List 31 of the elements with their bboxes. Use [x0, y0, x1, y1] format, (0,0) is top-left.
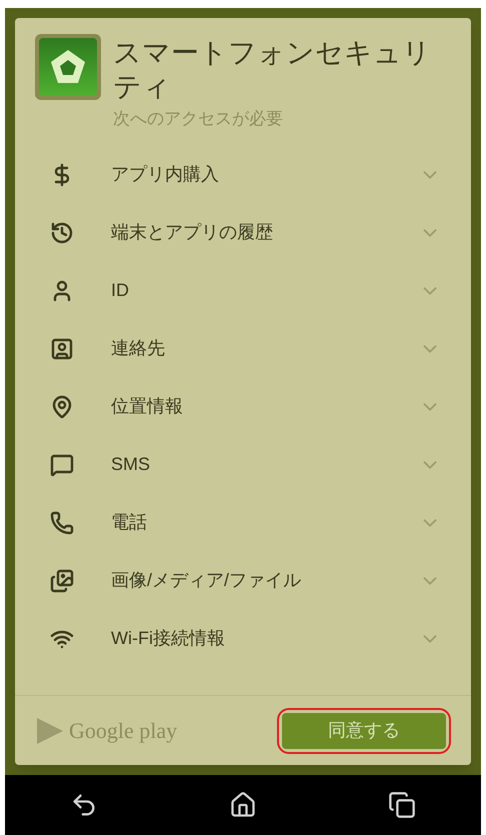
permission-label: SMS	[111, 453, 152, 476]
permission-row[interactable]: 位置情報	[15, 378, 471, 436]
permission-row[interactable]: SMS	[15, 436, 471, 494]
permission-label: 連絡先	[111, 337, 166, 360]
brand-text: Google play	[69, 717, 178, 745]
app-title: スマートフォンセキュリティ	[113, 36, 432, 104]
home-icon[interactable]	[228, 791, 257, 819]
permission-label: 位置情報	[111, 395, 184, 418]
access-subtitle: 次へのアクセスが必要	[113, 108, 284, 130]
permission-label: 端末とアプリの履歴	[111, 221, 274, 244]
permission-row[interactable]: 電話	[15, 494, 471, 552]
permission-row[interactable]: 画像/メディア/ファイル	[15, 552, 471, 610]
permission-label: アプリ内購入	[111, 163, 220, 186]
permission-label: 画像/メディア/ファイル	[111, 569, 302, 592]
permission-row[interactable]: Wi-Fi接続情報	[15, 610, 471, 668]
message-icon	[50, 452, 74, 476]
location-pin-icon	[50, 394, 74, 418]
permission-row[interactable]: 連絡先	[15, 320, 471, 378]
permission-label: ID	[111, 279, 130, 302]
contact-card-icon	[50, 336, 74, 360]
permission-row[interactable]: アプリ内購入	[15, 146, 471, 204]
permission-row[interactable]: ID	[15, 262, 471, 320]
app-icon	[35, 34, 101, 100]
permission-label: Wi-Fi接続情報	[111, 627, 226, 650]
images-icon	[50, 568, 74, 592]
play-triangle-icon	[35, 716, 65, 746]
permission-label: 電話	[111, 511, 148, 534]
history-icon	[50, 220, 74, 244]
phone-icon	[50, 510, 74, 534]
permission-row[interactable]: 端末とアプリの履歴	[15, 204, 471, 262]
recent-apps-icon[interactable]	[388, 791, 416, 819]
